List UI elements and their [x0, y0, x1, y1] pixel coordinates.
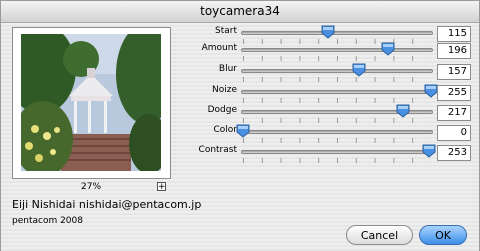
slider-track-blur[interactable] [241, 69, 433, 73]
slider-value-start[interactable]: 115 [437, 26, 471, 42]
slider-row-contrast: Contrast 253 [1, 144, 479, 167]
slider-label-amount: Amount [201, 43, 237, 53]
slider-value-blur[interactable]: 157 [437, 64, 471, 80]
slider-thumb[interactable] [422, 144, 436, 158]
slider-label-blur: Blur [218, 64, 237, 74]
slider-value-dodge[interactable]: 217 [437, 105, 471, 121]
slider-track-color[interactable] [241, 130, 433, 134]
slider-value-contrast[interactable]: 253 [437, 145, 471, 161]
slider-thumb[interactable] [352, 63, 366, 77]
title-bar[interactable]: toycamera34 [1, 1, 479, 23]
slider-thumb[interactable] [396, 104, 410, 118]
cancel-button[interactable]: Cancel [346, 225, 413, 245]
ok-button[interactable]: OK [419, 225, 467, 245]
slider-value-noize[interactable]: 255 [437, 85, 471, 101]
slider-thumb[interactable] [424, 84, 438, 98]
slider-ticks [243, 138, 431, 143]
slider-ticks [243, 56, 431, 61]
slider-ticks [243, 158, 431, 163]
slider-row-blur: Blur 157 [1, 63, 479, 86]
zoom-level: 27% [81, 182, 102, 192]
slider-label-noize: Noize [211, 85, 237, 95]
dialog-window: toycamera34 27% + Eiji Nishidai nishidai… [0, 0, 480, 251]
slider-track-amount[interactable] [241, 48, 433, 52]
author-credit: Eiji Nishidai nishidai@pentacom.jp [12, 198, 202, 211]
slider-label-start: Start [215, 26, 237, 36]
slider-ticks [243, 77, 431, 82]
slider-thumb[interactable] [381, 42, 395, 56]
slider-track-contrast[interactable] [241, 150, 433, 154]
slider-row-color: Color 0 [1, 124, 479, 147]
window-title: toycamera34 [200, 4, 280, 18]
slider-ticks [243, 98, 431, 103]
slider-track-noize[interactable] [241, 90, 433, 94]
zoom-in-button[interactable]: + [157, 182, 166, 192]
slider-row-amount: Amount 196 [1, 42, 479, 65]
slider-label-color: Color [213, 125, 238, 135]
slider-thumb[interactable] [236, 124, 250, 138]
slider-value-amount[interactable]: 196 [437, 43, 471, 59]
slider-label-dodge: Dodge [207, 105, 237, 115]
slider-value-color[interactable]: 0 [437, 125, 471, 141]
slider-ticks [243, 118, 431, 123]
slider-thumb[interactable] [321, 25, 335, 39]
copyright-text: pentacom 2008 [12, 216, 83, 226]
slider-track-start[interactable] [241, 31, 433, 35]
slider-label-contrast: Contrast [198, 145, 237, 155]
